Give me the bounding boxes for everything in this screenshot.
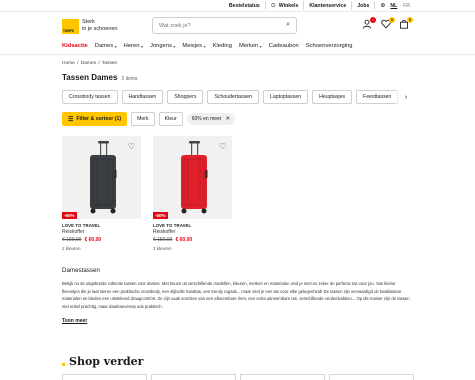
nav-item-dames[interactable]: Dames ▾ [95,43,117,49]
winkels-link[interactable]: ⊙ Winkels [264,1,304,10]
category-pill[interactable]: Laptoptassen [262,90,309,104]
description-text: Bekijk nu de uitgebreide collectie tasse… [62,281,410,309]
toon-meer-link[interactable]: Toon meer [62,318,87,324]
main-navigation: Kidsactie Dames ▾ Heren ▾ Jongens ▾ Meisjes ▾ Kle… [62,40,360,52]
category-pill[interactable]: Shoppers [167,90,204,104]
product-prices: € 150,00 € 60,00 [62,237,141,243]
chevron-down-icon: ▾ [140,43,143,49]
nav-item-kidsactie[interactable]: Kidsactie [62,43,88,49]
shop-tile[interactable] [329,374,414,380]
klantenservice-link[interactable]: Klantenservice [303,1,351,10]
category-pill[interactable]: Feesttassen [356,90,399,104]
product-name: Reiskoffer [62,229,85,235]
nav-divider [0,54,475,55]
chevron-down-icon: ▾ [173,43,176,49]
breadcrumb-tassen: Tassen [102,61,118,66]
product-prices: € 150,00 € 60,00 [153,237,232,243]
slogan: Sterk in je schoenen [82,19,118,32]
category-pill-row: Crossbody tassen Handtassen Shoppers Schoud… [62,90,412,104]
lang-nl[interactable]: NL [390,3,397,9]
wishlist-button[interactable]: 0 [380,17,395,31]
cart-button[interactable]: 0 [398,17,413,31]
nav-item-schoenverzorging[interactable]: Schoenverzorging [306,43,353,49]
heart-icon[interactable]: ♡ [219,142,226,151]
sale-price: € 60,00 [175,237,193,243]
category-pill[interactable]: Schoudertassen [207,90,259,104]
shop-tile[interactable] [151,374,236,380]
product-name: Reiskoffer [153,229,176,235]
close-icon[interactable]: ✕ [225,116,230,122]
account-button[interactable]: • [361,17,376,31]
category-pill[interactable]: Heuptasjes [312,90,353,104]
lang-fr[interactable]: FR [403,3,410,9]
language-switch[interactable]: ⊕ NL · FR [374,1,415,10]
account-notification-badge: • [370,17,376,23]
shop-tile[interactable] [240,374,325,380]
filter-sort-button[interactable]: ☰ Filter & sorteer (1) [62,112,128,126]
nav-item-kleding[interactable]: Kleding [213,43,232,49]
shop-verder-heading: Shop verder [62,355,143,368]
category-scroll-right[interactable]: › [400,90,412,104]
product-brand: LOVE TO TRAVEL [62,223,101,228]
page-title: Tassen Dames 2 items [62,73,138,82]
chevron-right-icon: › [404,93,408,101]
product-brand: LOVE TO TRAVEL [153,223,192,228]
chevron-down-icon: ▾ [114,43,117,49]
nav-item-jongens[interactable]: Jongens ▾ [150,43,175,49]
nav-item-heren[interactable]: Heren ▾ [124,43,143,49]
nav-item-merken[interactable]: Merken ▾ [239,43,262,49]
lang-separator: · [399,2,402,9]
old-price: € 150,00 [62,237,82,243]
globe-icon: ⊕ [380,3,386,9]
nav-item-cadeaubon[interactable]: Cadeaubon [269,43,299,49]
search-input[interactable]: Wat zoek je? ⌕ [152,17,297,34]
kleur-filter-button[interactable]: Kleur [158,112,183,126]
bestelstatus-link[interactable]: Bestelstatus [224,1,265,10]
shop-verder-tiles [62,374,414,380]
suitcase-image [90,141,117,214]
accent-dot [62,363,65,366]
torfs-logo[interactable]: TORFS [62,19,79,34]
wishlist-count-badge: 0 [389,17,395,23]
breadcrumb-dames[interactable]: Dames [81,61,96,66]
chevron-down-icon: ▾ [203,43,206,49]
shop-tile[interactable] [62,374,147,380]
top-utility-bar: Bestelstatus ⊙ Winkels Klantenservice Job… [0,0,475,12]
nav-item-meisjes[interactable]: Meisjes ▾ [182,43,205,49]
jobs-link[interactable]: Jobs [351,1,374,10]
category-pill[interactable]: Crossbody tassen [62,90,118,104]
product-image[interactable]: ♡ -60% [153,136,232,219]
discount-badge: -60% [62,212,77,219]
item-count: 2 items [121,76,138,82]
discount-badge: -60% [153,212,168,219]
cart-count-badge: 0 [407,17,413,23]
suitcase-image [181,141,208,214]
product-card[interactable]: ♡ -60% LOVE TO TRAVEL Reiskoffer € 150,0… [153,136,232,251]
old-price: € 150,00 [153,237,173,243]
color-count: 2 kleuren [153,246,172,251]
color-count: 2 kleuren [62,246,81,251]
chevron-down-icon: ▾ [259,43,262,49]
description-title: Damestassen [62,267,100,274]
filter-icon: ☰ [68,116,74,123]
filter-row: ☰ Filter & sorteer (1) Merk Kleur 60% en… [62,112,236,126]
product-card[interactable]: ♡ -60% LOVE TO TRAVEL Reiskoffer € 150,0… [62,136,141,251]
heart-icon[interactable]: ♡ [128,142,135,151]
location-pin-icon: ⊙ [270,3,276,9]
search-icon[interactable]: ⌕ [286,21,290,29]
breadcrumb-home[interactable]: Home [62,61,75,66]
active-filter-chip[interactable]: 60% en meer ✕ [186,113,236,125]
sale-price: € 60,00 [84,237,102,243]
breadcrumb: Home / Dames / Tassen [62,61,118,66]
merk-filter-button[interactable]: Merk [131,112,155,126]
product-image[interactable]: ♡ -60% [62,136,141,219]
category-pill[interactable]: Handtassen [121,90,164,104]
